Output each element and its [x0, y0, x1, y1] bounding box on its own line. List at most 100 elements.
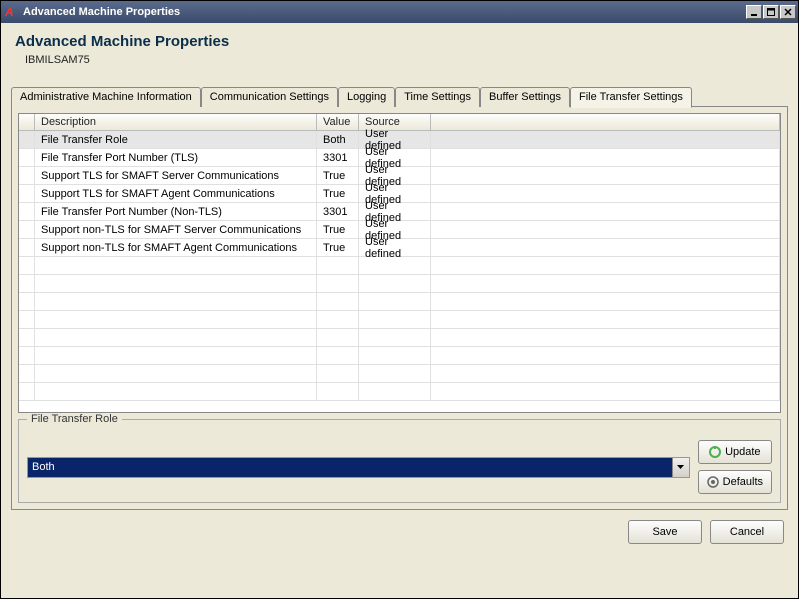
- row-spacer: [431, 311, 780, 328]
- row-description: Support TLS for SMAFT Server Communicati…: [35, 167, 317, 184]
- row-spacer: [431, 293, 780, 310]
- table-row: [19, 347, 780, 365]
- row-spacer: [431, 347, 780, 364]
- chevron-down-icon[interactable]: [672, 458, 689, 477]
- tab-strip: Administrative Machine Information Commu…: [11, 87, 788, 107]
- row-value: [317, 257, 359, 274]
- row-value: [317, 275, 359, 292]
- row-spacer: [431, 131, 780, 148]
- row-description: Support non-TLS for SMAFT Agent Communic…: [35, 239, 317, 256]
- row-value: 3301: [317, 149, 359, 166]
- row-description: File Transfer Role: [35, 131, 317, 148]
- row-tree-cell: [19, 167, 35, 184]
- row-spacer: [431, 383, 780, 400]
- table-row: [19, 329, 780, 347]
- row-tree-cell: [19, 383, 35, 400]
- tab-buffer-settings[interactable]: Buffer Settings: [480, 87, 570, 107]
- update-button[interactable]: Update: [698, 440, 772, 464]
- column-header-value[interactable]: Value: [317, 114, 359, 130]
- detail-fieldset: File Transfer Role Both Update: [18, 419, 781, 503]
- row-source: [359, 257, 431, 274]
- tab-time-settings[interactable]: Time Settings: [395, 87, 480, 107]
- grid-body: File Transfer RoleBothUser definedFile T…: [19, 131, 780, 401]
- window-title: Advanced Machine Properties: [23, 6, 746, 18]
- detail-value-combo[interactable]: Both: [27, 457, 690, 478]
- detail-legend: File Transfer Role: [27, 413, 122, 425]
- window-controls: [746, 5, 796, 19]
- row-tree-cell: [19, 257, 35, 274]
- tab-label: Time Settings: [404, 91, 471, 103]
- row-source: [359, 347, 431, 364]
- column-header-spacer: [431, 114, 780, 130]
- row-spacer: [431, 275, 780, 292]
- row-tree-cell: [19, 329, 35, 346]
- row-description: File Transfer Port Number (TLS): [35, 149, 317, 166]
- table-row: [19, 365, 780, 383]
- defaults-button[interactable]: Defaults: [698, 470, 772, 494]
- row-tree-cell: [19, 149, 35, 166]
- tab-communication-settings[interactable]: Communication Settings: [201, 87, 338, 107]
- tab-file-transfer-settings[interactable]: File Transfer Settings: [570, 87, 692, 108]
- row-value: 3301: [317, 203, 359, 220]
- row-spacer: [431, 239, 780, 256]
- row-spacer: [431, 257, 780, 274]
- row-spacer: [431, 149, 780, 166]
- row-spacer: [431, 167, 780, 184]
- tab-logging[interactable]: Logging: [338, 87, 395, 107]
- grid-header-tree: [19, 114, 35, 130]
- row-source: [359, 383, 431, 400]
- minimize-button[interactable]: [746, 5, 762, 19]
- row-value: [317, 347, 359, 364]
- row-tree-cell: [19, 221, 35, 238]
- row-tree-cell: [19, 275, 35, 292]
- row-value: True: [317, 239, 359, 256]
- row-source: [359, 293, 431, 310]
- table-row: [19, 293, 780, 311]
- title-bar: A Advanced Machine Properties: [1, 1, 798, 23]
- row-value: True: [317, 221, 359, 238]
- app-icon: A: [5, 5, 19, 19]
- maximize-button[interactable]: [763, 5, 779, 19]
- row-tree-cell: [19, 131, 35, 148]
- cancel-button[interactable]: Cancel: [710, 520, 784, 544]
- row-tree-cell: [19, 185, 35, 202]
- table-row[interactable]: Support non-TLS for SMAFT Agent Communic…: [19, 239, 780, 257]
- row-value: [317, 365, 359, 382]
- row-spacer: [431, 365, 780, 382]
- row-value: [317, 329, 359, 346]
- row-spacer: [431, 203, 780, 220]
- row-source: User defined: [359, 239, 431, 256]
- row-description: [35, 383, 317, 400]
- row-spacer: [431, 329, 780, 346]
- row-tree-cell: [19, 311, 35, 328]
- row-tree-cell: [19, 293, 35, 310]
- row-value: True: [317, 185, 359, 202]
- tab-label: Logging: [347, 91, 386, 103]
- detail-value-text: Both: [32, 461, 55, 473]
- row-tree-cell: [19, 203, 35, 220]
- table-row: [19, 383, 780, 401]
- row-source: [359, 329, 431, 346]
- tab-label: Communication Settings: [210, 91, 329, 103]
- row-source: [359, 365, 431, 382]
- row-description: Support non-TLS for SMAFT Server Communi…: [35, 221, 317, 238]
- row-source: [359, 311, 431, 328]
- tab-admin-machine-info[interactable]: Administrative Machine Information: [11, 87, 201, 107]
- save-button[interactable]: Save: [628, 520, 702, 544]
- row-description: [35, 293, 317, 310]
- row-tree-cell: [19, 365, 35, 382]
- detail-row: Both Update: [27, 440, 772, 494]
- update-icon: [709, 446, 721, 458]
- row-description: [35, 365, 317, 382]
- tab-label: Buffer Settings: [489, 91, 561, 103]
- column-header-description[interactable]: Description: [35, 114, 317, 130]
- row-description: Support TLS for SMAFT Agent Communicatio…: [35, 185, 317, 202]
- row-tree-cell: [19, 239, 35, 256]
- defaults-icon: [707, 476, 719, 488]
- row-value: [317, 293, 359, 310]
- tab-area: Administrative Machine Information Commu…: [11, 86, 788, 510]
- machine-name: IBMILSAM75: [15, 54, 784, 66]
- tab-label: File Transfer Settings: [579, 91, 683, 103]
- row-value: [317, 383, 359, 400]
- close-button[interactable]: [780, 5, 796, 19]
